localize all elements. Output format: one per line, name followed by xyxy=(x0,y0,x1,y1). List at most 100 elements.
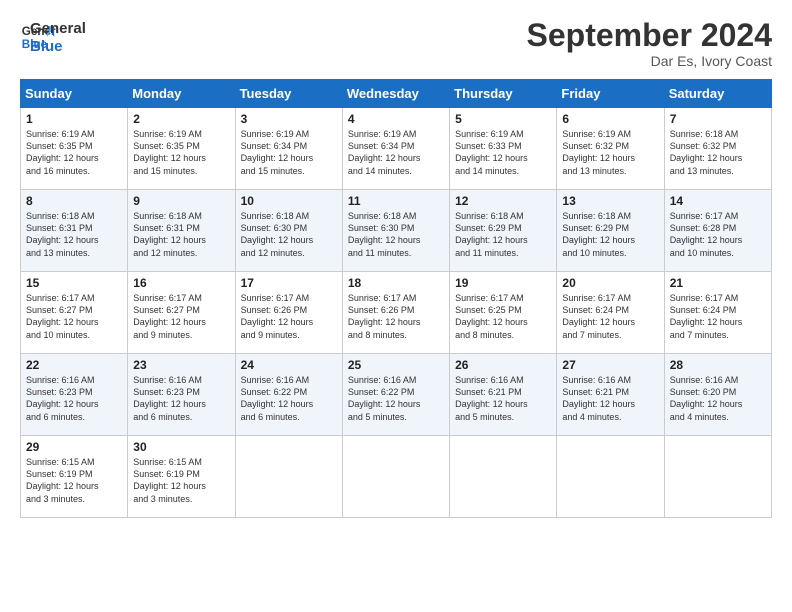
day-cell-6: 6 Sunrise: 6:19 AM Sunset: 6:32 PM Daylig… xyxy=(557,108,664,190)
header-cell-sunday: Sunday xyxy=(21,80,128,108)
day-number: 22 xyxy=(26,358,122,372)
day-cell-4: 4 Sunrise: 6:19 AM Sunset: 6:34 PM Daylig… xyxy=(342,108,449,190)
day-info: Sunrise: 6:16 AM Sunset: 6:20 PM Dayligh… xyxy=(670,374,766,423)
day-info: Sunrise: 6:17 AM Sunset: 6:26 PM Dayligh… xyxy=(241,292,337,341)
day-number: 10 xyxy=(241,194,337,208)
week-row-5: 29 Sunrise: 6:15 AM Sunset: 6:19 PM Dayli… xyxy=(21,436,772,518)
day-number: 4 xyxy=(348,112,444,126)
day-info: Sunrise: 6:18 AM Sunset: 6:31 PM Dayligh… xyxy=(133,210,229,259)
day-cell-empty xyxy=(664,436,771,518)
location: Dar Es, Ivory Coast xyxy=(527,53,772,69)
week-row-3: 15Sunrise: 6:17 AM Sunset: 6:27 PM Dayli… xyxy=(21,272,772,354)
day-number: 27 xyxy=(562,358,658,372)
day-info: Sunrise: 6:18 AM Sunset: 6:30 PM Dayligh… xyxy=(241,210,337,259)
month-title: September 2024 xyxy=(527,18,772,53)
day-number: 1 xyxy=(26,112,122,126)
day-cell-25: 25 Sunrise: 6:16 AM Sunset: 6:22 PM Dayli… xyxy=(342,354,449,436)
day-cell-14: 14Sunrise: 6:17 AM Sunset: 6:28 PM Dayli… xyxy=(664,190,771,272)
header-cell-thursday: Thursday xyxy=(450,80,557,108)
day-info: Sunrise: 6:16 AM Sunset: 6:22 PM Dayligh… xyxy=(241,374,337,423)
day-number: 25 xyxy=(348,358,444,372)
day-cell-15: 15Sunrise: 6:17 AM Sunset: 6:27 PM Dayli… xyxy=(21,272,128,354)
day-info: Sunrise: 6:17 AM Sunset: 6:26 PM Dayligh… xyxy=(348,292,444,341)
day-number: 13 xyxy=(562,194,658,208)
day-number: 3 xyxy=(241,112,337,126)
day-number: 21 xyxy=(670,276,766,290)
day-info: Sunrise: 6:16 AM Sunset: 6:23 PM Dayligh… xyxy=(26,374,122,423)
day-number: 12 xyxy=(455,194,551,208)
day-cell-8: 8 Sunrise: 6:18 AM Sunset: 6:31 PM Daylig… xyxy=(21,190,128,272)
day-number: 8 xyxy=(26,194,122,208)
day-cell-24: 24Sunrise: 6:16 AM Sunset: 6:22 PM Dayli… xyxy=(235,354,342,436)
header-cell-saturday: Saturday xyxy=(664,80,771,108)
logo: General Blue General Blue xyxy=(20,18,86,56)
day-cell-12: 12Sunrise: 6:18 AM Sunset: 6:29 PM Dayli… xyxy=(450,190,557,272)
day-number: 18 xyxy=(348,276,444,290)
day-cell-5: 5 Sunrise: 6:19 AM Sunset: 6:33 PM Daylig… xyxy=(450,108,557,190)
day-cell-20: 20Sunrise: 6:17 AM Sunset: 6:24 PM Dayli… xyxy=(557,272,664,354)
day-cell-19: 19 Sunrise: 6:17 AM Sunset: 6:25 PM Dayli… xyxy=(450,272,557,354)
day-cell-2: 2 Sunrise: 6:19 AM Sunset: 6:35 PM Daylig… xyxy=(128,108,235,190)
day-info: Sunrise: 6:18 AM Sunset: 6:30 PM Dayligh… xyxy=(348,210,444,259)
week-row-1: 1 Sunrise: 6:19 AM Sunset: 6:35 PM Daylig… xyxy=(21,108,772,190)
day-number: 9 xyxy=(133,194,229,208)
day-info: Sunrise: 6:19 AM Sunset: 6:35 PM Dayligh… xyxy=(133,128,229,177)
day-number: 29 xyxy=(26,440,122,454)
title-block: September 2024 Dar Es, Ivory Coast xyxy=(527,18,772,69)
day-number: 5 xyxy=(455,112,551,126)
day-cell-3: 3 Sunrise: 6:19 AM Sunset: 6:34 PM Daylig… xyxy=(235,108,342,190)
logo-line1: General xyxy=(30,20,86,38)
day-cell-1: 1 Sunrise: 6:19 AM Sunset: 6:35 PM Daylig… xyxy=(21,108,128,190)
header-cell-wednesday: Wednesday xyxy=(342,80,449,108)
day-number: 28 xyxy=(670,358,766,372)
day-info: Sunrise: 6:17 AM Sunset: 6:28 PM Dayligh… xyxy=(670,210,766,259)
day-number: 20 xyxy=(562,276,658,290)
day-info: Sunrise: 6:16 AM Sunset: 6:21 PM Dayligh… xyxy=(562,374,658,423)
day-cell-7: 7 Sunrise: 6:18 AM Sunset: 6:32 PM Daylig… xyxy=(664,108,771,190)
day-info: Sunrise: 6:19 AM Sunset: 6:33 PM Dayligh… xyxy=(455,128,551,177)
day-number: 11 xyxy=(348,194,444,208)
header: General Blue General Blue September 2024… xyxy=(20,18,772,69)
day-cell-empty xyxy=(557,436,664,518)
day-info: Sunrise: 6:18 AM Sunset: 6:29 PM Dayligh… xyxy=(562,210,658,259)
day-info: Sunrise: 6:16 AM Sunset: 6:22 PM Dayligh… xyxy=(348,374,444,423)
day-info: Sunrise: 6:16 AM Sunset: 6:23 PM Dayligh… xyxy=(133,374,229,423)
day-info: Sunrise: 6:19 AM Sunset: 6:34 PM Dayligh… xyxy=(348,128,444,177)
day-cell-22: 22 Sunrise: 6:16 AM Sunset: 6:23 PM Dayli… xyxy=(21,354,128,436)
day-number: 19 xyxy=(455,276,551,290)
day-number: 7 xyxy=(670,112,766,126)
day-info: Sunrise: 6:19 AM Sunset: 6:34 PM Dayligh… xyxy=(241,128,337,177)
day-number: 16 xyxy=(133,276,229,290)
day-cell-10: 10 Sunrise: 6:18 AM Sunset: 6:30 PM Dayli… xyxy=(235,190,342,272)
week-row-2: 8 Sunrise: 6:18 AM Sunset: 6:31 PM Daylig… xyxy=(21,190,772,272)
day-cell-9: 9 Sunrise: 6:18 AM Sunset: 6:31 PM Daylig… xyxy=(128,190,235,272)
day-info: Sunrise: 6:19 AM Sunset: 6:32 PM Dayligh… xyxy=(562,128,658,177)
day-cell-26: 26 Sunrise: 6:16 AM Sunset: 6:21 PM Dayli… xyxy=(450,354,557,436)
day-info: Sunrise: 6:17 AM Sunset: 6:25 PM Dayligh… xyxy=(455,292,551,341)
day-cell-17: 17 Sunrise: 6:17 AM Sunset: 6:26 PM Dayli… xyxy=(235,272,342,354)
day-info: Sunrise: 6:18 AM Sunset: 6:32 PM Dayligh… xyxy=(670,128,766,177)
calendar-table: SundayMondayTuesdayWednesdayThursdayFrid… xyxy=(20,79,772,518)
day-number: 17 xyxy=(241,276,337,290)
day-cell-18: 18 Sunrise: 6:17 AM Sunset: 6:26 PM Dayli… xyxy=(342,272,449,354)
calendar-header: SundayMondayTuesdayWednesdayThursdayFrid… xyxy=(21,80,772,108)
day-info: Sunrise: 6:16 AM Sunset: 6:21 PM Dayligh… xyxy=(455,374,551,423)
header-row: SundayMondayTuesdayWednesdayThursdayFrid… xyxy=(21,80,772,108)
day-cell-empty xyxy=(342,436,449,518)
day-info: Sunrise: 6:18 AM Sunset: 6:31 PM Dayligh… xyxy=(26,210,122,259)
header-cell-monday: Monday xyxy=(128,80,235,108)
day-info: Sunrise: 6:19 AM Sunset: 6:35 PM Dayligh… xyxy=(26,128,122,177)
day-info: Sunrise: 6:17 AM Sunset: 6:24 PM Dayligh… xyxy=(670,292,766,341)
day-number: 26 xyxy=(455,358,551,372)
day-number: 2 xyxy=(133,112,229,126)
day-info: Sunrise: 6:15 AM Sunset: 6:19 PM Dayligh… xyxy=(133,456,229,505)
day-cell-27: 27 Sunrise: 6:16 AM Sunset: 6:21 PM Dayli… xyxy=(557,354,664,436)
day-cell-11: 11 Sunrise: 6:18 AM Sunset: 6:30 PM Dayli… xyxy=(342,190,449,272)
header-cell-tuesday: Tuesday xyxy=(235,80,342,108)
calendar-body: 1 Sunrise: 6:19 AM Sunset: 6:35 PM Daylig… xyxy=(21,108,772,518)
day-cell-empty xyxy=(450,436,557,518)
day-number: 30 xyxy=(133,440,229,454)
day-cell-16: 16Sunrise: 6:17 AM Sunset: 6:27 PM Dayli… xyxy=(128,272,235,354)
day-cell-29: 29Sunrise: 6:15 AM Sunset: 6:19 PM Dayli… xyxy=(21,436,128,518)
day-number: 6 xyxy=(562,112,658,126)
